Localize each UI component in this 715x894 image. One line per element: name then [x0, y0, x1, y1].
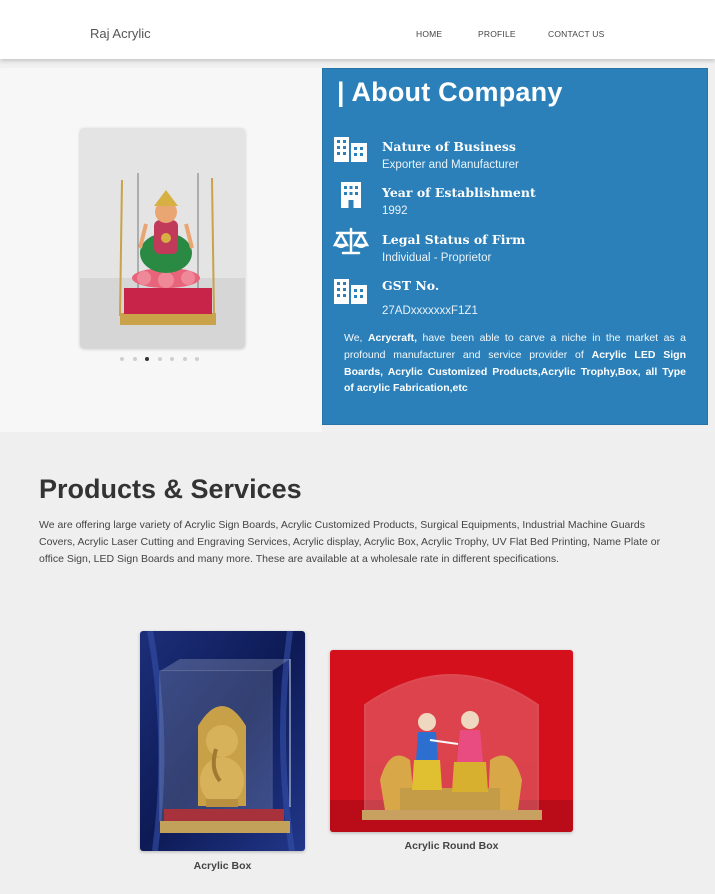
year-of-establishment-label: Year of Establishment — [382, 185, 536, 200]
carousel-dot[interactable] — [170, 357, 174, 361]
building-icon — [334, 279, 367, 304]
carousel-dot[interactable] — [195, 357, 199, 361]
nav-profile[interactable]: PROFILE — [478, 29, 516, 39]
year-of-establishment-value: 1992 — [382, 205, 408, 217]
gst-no-value: 27ADxxxxxxxF1Z1 — [382, 305, 478, 317]
carousel-slide-image[interactable] — [80, 128, 245, 348]
site-header: Raj Acrylic HOME PROFILE CONTACT US — [0, 0, 715, 59]
radha-krishna-in-round-box-image — [330, 650, 573, 832]
legal-status-value: Individual - Proprietor — [382, 252, 492, 264]
about-title: | About Company — [337, 77, 563, 107]
products-section: Products & Services We are offering larg… — [0, 432, 715, 894]
goddess-idol-in-acrylic-case-image — [80, 128, 245, 348]
nature-of-business-label: Nature of Business — [382, 139, 516, 154]
building-icon — [334, 137, 367, 162]
about-company-panel: | About Company Nature of Business Expor… — [322, 68, 708, 425]
legal-status-label: Legal Status of Firm — [382, 232, 526, 247]
nature-of-business-value: Exporter and Manufacturer — [382, 159, 519, 171]
acrylic-box-caption[interactable]: Acrylic Box — [140, 860, 305, 872]
acrylic-box-image[interactable] — [140, 631, 305, 851]
products-description: We are offering large variety of Acrylic… — [39, 519, 661, 565]
carousel-dot[interactable] — [182, 357, 187, 361]
ganesha-in-acrylic-box-image — [140, 631, 305, 851]
office-building-icon — [341, 182, 361, 208]
brand-logo-link[interactable]: Raj Acrylic — [90, 26, 151, 41]
carousel-dot-active[interactable] — [145, 357, 149, 361]
scale-icon — [333, 227, 369, 255]
carousel-dot[interactable] — [120, 357, 124, 361]
about-desc-intro: We, — [344, 332, 368, 344]
gst-no-label: GST No. — [382, 278, 440, 293]
nav-home[interactable]: HOME — [416, 29, 442, 39]
carousel-dot[interactable] — [157, 357, 162, 361]
about-description: We, Acrycraft, have been able to carve a… — [344, 330, 686, 397]
acrylic-round-box-caption[interactable]: Acrylic Round Box — [330, 840, 573, 852]
nav-contact-us[interactable]: CONTACT US — [548, 29, 604, 39]
carousel-dots — [120, 357, 199, 361]
about-desc-company: Acrycraft, — [367, 332, 417, 344]
products-title: Products & Services — [39, 474, 302, 504]
carousel-dot[interactable] — [132, 357, 137, 361]
acrylic-round-box-image[interactable] — [330, 650, 573, 832]
